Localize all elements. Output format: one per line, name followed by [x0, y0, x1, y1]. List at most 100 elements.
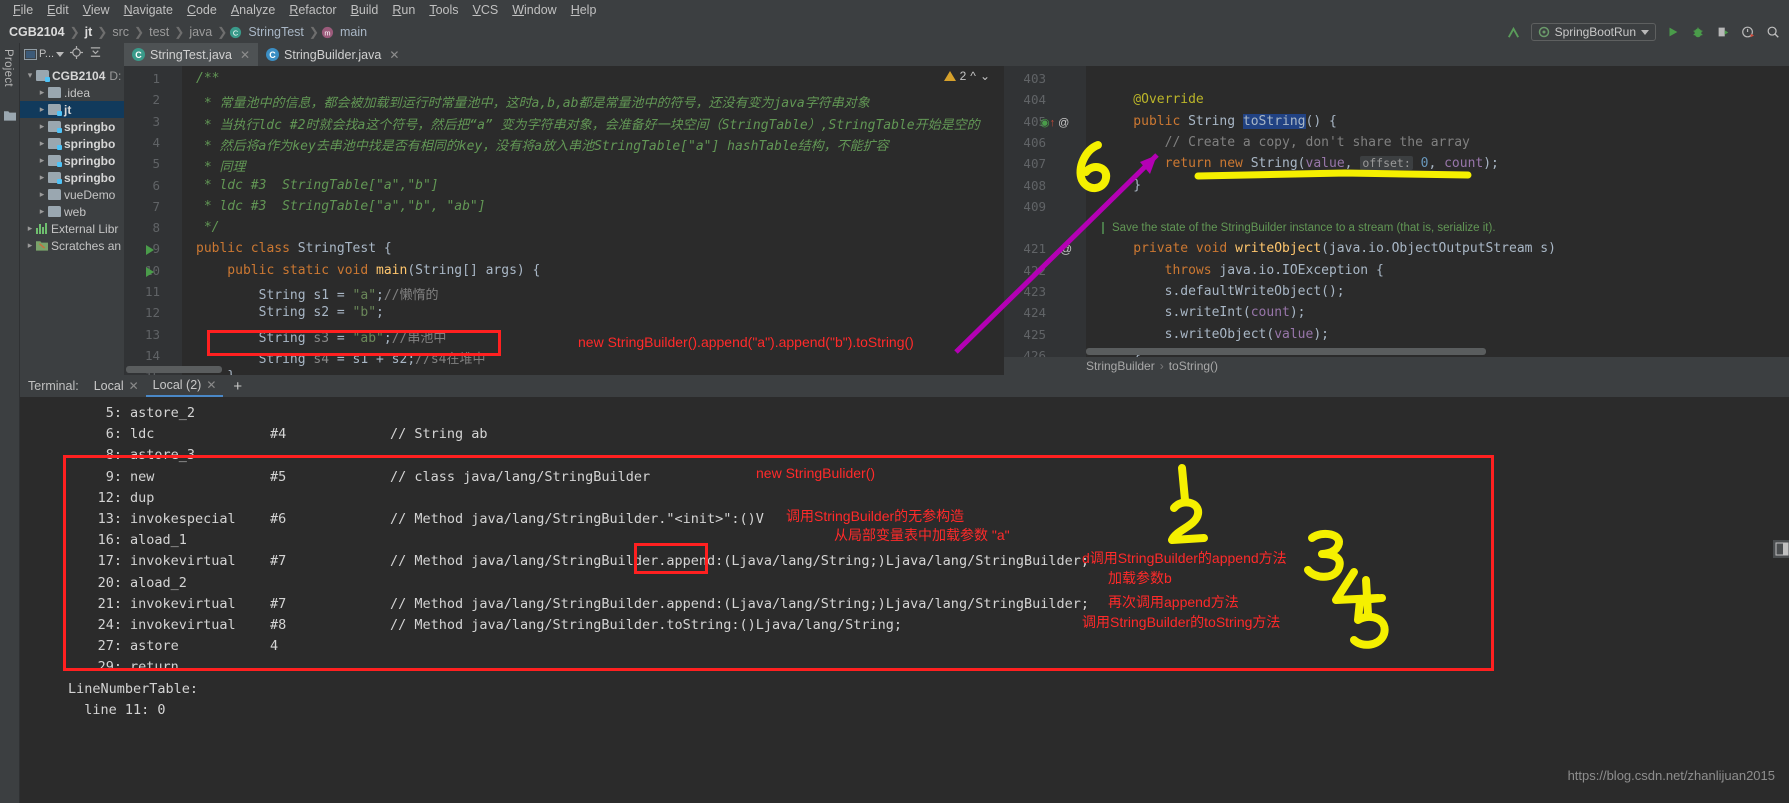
run-gutter-icon[interactable]: [146, 245, 154, 256]
code-line[interactable]: private void writeObject(java.io.ObjectO…: [1102, 241, 1556, 256]
right-tool-window-button[interactable]: [1773, 540, 1789, 558]
breadcrumb-item-jt[interactable]: jt: [82, 25, 96, 39]
annotation-gutter-icon[interactable]: @: [1060, 242, 1072, 256]
breadcrumb-item-stringtest[interactable]: StringTest: [245, 25, 307, 39]
project-view-selector[interactable]: P...: [24, 48, 65, 60]
chevron-down-icon[interactable]: [56, 51, 65, 57]
code-line[interactable]: // Create a copy, don't share the array: [1102, 135, 1470, 150]
menu-item-help[interactable]: Help: [564, 0, 604, 21]
add-terminal-session-button[interactable]: +: [225, 378, 250, 395]
tree-node-vuedemo[interactable]: ▸ vueDemo: [20, 186, 124, 203]
debug-icon[interactable]: [1690, 24, 1706, 40]
chevron-down-icon[interactable]: ▾: [24, 70, 36, 81]
locate-icon[interactable]: [70, 46, 84, 62]
close-icon[interactable]: ✕: [206, 378, 216, 392]
breadcrumb-item-src[interactable]: src: [109, 25, 132, 39]
chevron-right-icon[interactable]: ▸: [24, 240, 36, 251]
menu-item-edit[interactable]: Edit: [40, 0, 76, 21]
chevron-right-icon[interactable]: ▸: [36, 155, 48, 166]
profiler-icon[interactable]: [1740, 24, 1756, 40]
menu-item-vcs[interactable]: VCS: [466, 0, 506, 21]
chevron-down-icon[interactable]: [1641, 29, 1649, 35]
right-breadcrumb-item[interactable]: StringBuilder: [1086, 359, 1155, 373]
chevron-right-icon[interactable]: ▸: [36, 206, 48, 217]
search-icon[interactable]: [1765, 24, 1781, 40]
editor-code-left[interactable]: /** * 常量池中的信息，都会被加载到运行时常量池中，这时a,b,ab都是常量…: [182, 66, 1004, 375]
code-line[interactable]: s.defaultWriteObject();: [1102, 284, 1345, 299]
terminal-tab-local[interactable]: Local ✕: [87, 375, 146, 397]
close-icon[interactable]: ✕: [240, 48, 250, 62]
menu-item-run[interactable]: Run: [385, 0, 422, 21]
editor-gutter-right[interactable]: 403 404 405 ◉↑ @406 407 408 409 421 @422 423 424 42…: [1004, 66, 1086, 375]
code-line[interactable]: Save the state of the StringBuilder inst…: [1102, 220, 1496, 235]
chevron-right-icon[interactable]: ▸: [36, 189, 48, 200]
close-icon[interactable]: ✕: [129, 379, 139, 393]
code-line[interactable]: s.writeInt(count);: [1102, 305, 1306, 320]
code-line[interactable]: * 同理: [196, 156, 246, 175]
breadcrumb-item-test[interactable]: test: [146, 25, 172, 39]
code-line[interactable]: @Override: [1102, 92, 1203, 107]
build-icon[interactable]: [1506, 24, 1522, 40]
run-configuration-selector[interactable]: SpringBootRun: [1530, 23, 1656, 41]
code-line[interactable]: /**: [196, 71, 219, 86]
run-icon[interactable]: [1665, 24, 1681, 40]
tree-node-externallibr[interactable]: ▸ External Libr: [20, 220, 124, 237]
tree-node-jt[interactable]: ▸ jt: [20, 101, 124, 118]
breadcrumb-item-cgb2104[interactable]: CGB2104: [6, 25, 68, 39]
tree-node-springbo[interactable]: ▸ springbo: [20, 169, 124, 186]
breadcrumb-item-java[interactable]: java: [186, 25, 215, 39]
menu-item-analyze[interactable]: Analyze: [224, 0, 282, 21]
project-tree[interactable]: ▾ CGB2104 D: ▸ .idea ▸ jt ▸ springbo ▸ springbo ▸ sp…: [20, 67, 124, 254]
code-line[interactable]: * ldc #3 StringTable["a","b"]: [196, 178, 439, 193]
code-line[interactable]: s.writeObject(value);: [1102, 327, 1329, 342]
code-line[interactable]: String s1 = "a";//懒惰的: [196, 284, 439, 303]
tree-node-web[interactable]: ▸ web: [20, 203, 124, 220]
chevron-right-icon[interactable]: ▸: [36, 138, 48, 149]
chevron-right-icon[interactable]: ▸: [36, 87, 48, 98]
menu-item-build[interactable]: Build: [344, 0, 386, 21]
editor-code-right[interactable]: @Override public String toString() { // …: [1086, 66, 1789, 375]
code-line[interactable]: */: [196, 220, 220, 235]
tree-node-scratchesan[interactable]: ▸ Scratches an: [20, 237, 124, 254]
code-line[interactable]: public String toString() {: [1102, 113, 1337, 129]
tree-node-idea[interactable]: ▸ .idea: [20, 84, 124, 101]
collapse-all-icon[interactable]: [89, 46, 102, 62]
tree-node-springbo[interactable]: ▸ springbo: [20, 152, 124, 169]
horizontal-scrollbar-left[interactable]: [126, 366, 222, 373]
run-with-coverage-icon[interactable]: [1715, 24, 1731, 40]
editor-breadcrumb-right[interactable]: StringBuilder › toString(): [1004, 357, 1789, 375]
menu-item-tools[interactable]: Tools: [422, 0, 465, 21]
code-line[interactable]: * 常量池中的信息，都会被加载到运行时常量池中，这时a,b,ab都是常量池中的符…: [196, 92, 870, 111]
code-line[interactable]: public class StringTest {: [196, 241, 392, 256]
code-line[interactable]: * 然后将a作为key去串池中找是否有相同的key，没有将a放入串池String…: [196, 135, 889, 154]
tree-node-springbo[interactable]: ▸ springbo: [20, 135, 124, 152]
menu-item-window[interactable]: Window: [505, 0, 563, 21]
chevron-right-icon[interactable]: ▸: [36, 121, 48, 132]
tree-node-cgb2104[interactable]: ▾ CGB2104 D:: [20, 67, 124, 84]
editor-gutter-left[interactable]: 123456789101112131415: [124, 66, 182, 375]
chevron-right-icon[interactable]: ▸: [36, 172, 48, 183]
editor-pane-string-test[interactable]: 2 ^ ⌄ 123456789101112131415 /** * 常量池中的信…: [124, 66, 1004, 375]
chevron-right-icon[interactable]: ▸: [24, 223, 36, 234]
right-breadcrumb-item[interactable]: toString(): [1169, 359, 1218, 373]
terminal-session-tabs[interactable]: Local ✕ Local (2) ✕: [87, 375, 224, 397]
chevron-right-icon[interactable]: ▸: [36, 104, 48, 115]
menu-item-file[interactable]: File: [6, 0, 40, 21]
run-gutter-icon[interactable]: [146, 266, 154, 277]
code-line[interactable]: public static void main(String[] args) {: [196, 263, 540, 278]
menu-item-view[interactable]: View: [76, 0, 117, 21]
terminal-tab-local2[interactable]: Local (2) ✕: [145, 375, 224, 397]
menu-item-refactor[interactable]: Refactor: [282, 0, 343, 21]
menu-item-code[interactable]: Code: [180, 0, 224, 21]
editor-tab-stringtestjava[interactable]: C StringTest.java ✕: [124, 43, 259, 66]
code-line[interactable]: return new String(value, offset: 0, coun…: [1102, 156, 1499, 171]
tool-window-project-label[interactable]: Project: [2, 49, 14, 87]
menu-item-navigate[interactable]: Navigate: [117, 0, 180, 21]
close-icon[interactable]: ✕: [389, 48, 399, 62]
tree-node-springbo[interactable]: ▸ springbo: [20, 118, 124, 135]
code-line[interactable]: throws java.io.IOException {: [1102, 263, 1384, 278]
editor-pane-string-builder[interactable]: CStringBuilder.java✕ 403404405◉↑ @406407…: [1004, 66, 1789, 375]
override-gutter-icon[interactable]: ◉↑ @: [1040, 116, 1069, 129]
horizontal-scrollbar-right[interactable]: [1086, 348, 1486, 355]
code-line[interactable]: * 当执行ldc #2时就会找a这个符号，然后把“a” 变为字符串对象，会准备好…: [196, 114, 980, 133]
